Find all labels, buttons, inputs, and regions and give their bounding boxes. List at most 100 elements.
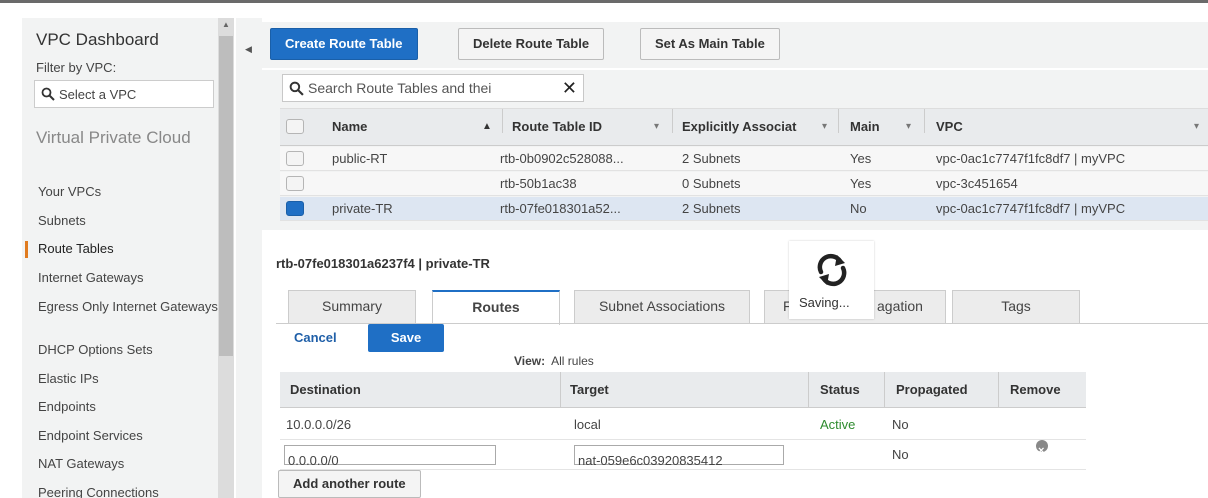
sidebar-item-endpoints[interactable]: Endpoints xyxy=(22,393,218,422)
row-main: Yes xyxy=(850,151,872,166)
row-checkbox[interactable] xyxy=(286,176,304,191)
sidebar-nav: Your VPCs Subnets Route Tables Internet … xyxy=(22,178,218,498)
saving-overlay: Saving... xyxy=(789,241,874,319)
clear-search-icon[interactable]: ✕ xyxy=(562,78,577,99)
select-placeholder: Select a VPC xyxy=(59,86,137,102)
delete-route-table-button[interactable]: Delete Route Table xyxy=(458,28,605,60)
saving-label: Saving... xyxy=(799,295,850,310)
row-main: No xyxy=(850,201,867,216)
table-row[interactable]: public-RT rtb-0b0902c528088... 2 Subnets… xyxy=(280,147,1208,171)
column-divider xyxy=(502,109,503,133)
column-divider xyxy=(838,109,839,133)
row-assoc: 2 Subnets xyxy=(682,201,741,216)
destination-input[interactable]: 0.0.0.0/0 xyxy=(284,445,496,468)
col-vpc[interactable]: VPC xyxy=(936,109,963,145)
toolbar: Create Route Table Delete Route Table Se… xyxy=(262,22,1208,68)
route-target: local xyxy=(574,417,601,432)
col-route-table-id[interactable]: Route Table ID xyxy=(512,109,602,145)
search-icon xyxy=(41,87,55,101)
tab-summary[interactable]: Summary xyxy=(288,290,416,324)
row-name: private-TR xyxy=(332,201,393,216)
create-route-table-button[interactable]: Create Route Table xyxy=(270,28,418,60)
col-status: Status xyxy=(820,382,860,397)
target-input[interactable]: nat-059e6c03920835412 xyxy=(574,445,784,468)
route-status: Active xyxy=(820,417,856,432)
column-divider xyxy=(560,372,561,408)
chevron-left-icon: ◀ xyxy=(245,44,252,54)
row-checkbox-checked[interactable] xyxy=(286,201,304,216)
col-main[interactable]: Main xyxy=(850,109,880,145)
tab-tags[interactable]: Tags xyxy=(952,290,1080,324)
sort-icon[interactable]: ▾ xyxy=(822,109,827,145)
view-value: All rules xyxy=(551,354,594,368)
sort-icon[interactable]: ▾ xyxy=(1194,109,1199,145)
save-button[interactable]: Save xyxy=(368,324,444,352)
remove-route-icon[interactable] xyxy=(1036,436,1048,466)
row-main: Yes xyxy=(850,176,872,191)
route-propagated: No xyxy=(892,447,909,462)
sidebar-item-subnets[interactable]: Subnets xyxy=(22,207,218,236)
sort-asc-icon[interactable]: ▲ xyxy=(482,109,492,145)
column-divider xyxy=(808,372,809,408)
sort-icon[interactable]: ▾ xyxy=(654,109,659,145)
row-name: public-RT xyxy=(332,151,388,166)
route-row: 0.0.0.0/0 nat-059e6c03920835412 No xyxy=(280,436,1086,470)
sidebar-item-your-vpcs[interactable]: Your VPCs xyxy=(22,178,218,207)
routes-table-header: Destination Target Status Propagated Rem… xyxy=(280,372,1086,408)
row-id: rtb-50b1ac38 xyxy=(500,176,577,191)
sidebar-item-route-tables[interactable]: Route Tables xyxy=(22,235,218,264)
scroll-up-arrow-icon[interactable]: ▲ xyxy=(218,18,234,32)
collapse-sidebar-button[interactable]: ◀ xyxy=(236,18,262,498)
tab-label-right: agation xyxy=(877,298,923,314)
col-explicitly-associated[interactable]: Explicitly Associat xyxy=(682,109,796,145)
col-name[interactable]: Name xyxy=(332,109,367,145)
column-divider xyxy=(884,372,885,408)
detail-title: rtb-07fe018301a6237f4 | private-TR xyxy=(276,256,490,271)
col-target: Target xyxy=(570,382,609,397)
row-vpc: vpc-0ac1c7747f1fc8df7 | myVPC xyxy=(936,201,1126,216)
row-assoc: 2 Subnets xyxy=(682,151,741,166)
sidebar-item-dhcp-options[interactable]: DHCP Options Sets xyxy=(22,336,218,365)
row-vpc: vpc-0ac1c7747f1fc8df7 | myVPC xyxy=(936,151,1126,166)
set-main-table-button[interactable]: Set As Main Table xyxy=(640,28,780,60)
sidebar-item-elastic-ips[interactable]: Elastic IPs xyxy=(22,365,218,394)
tab-subnet-associations[interactable]: Subnet Associations xyxy=(574,290,750,324)
detail-tabs: Summary Routes Subnet Associations F aga… xyxy=(288,290,1088,325)
table-row-selected[interactable]: private-TR rtb-07fe018301a52... 2 Subnet… xyxy=(280,197,1208,221)
sidebar-item-egress-only-gateways[interactable]: Egress Only Internet Gateways xyxy=(22,292,218,336)
search-icon xyxy=(289,81,304,96)
add-route-button[interactable]: Add another route xyxy=(278,470,421,498)
sidebar: VPC Dashboard Filter by VPC: Select a VP… xyxy=(22,18,218,498)
table-row[interactable]: rtb-50b1ac38 0 Subnets Yes vpc-3c451654 xyxy=(280,172,1208,196)
select-all-checkbox[interactable] xyxy=(286,119,304,134)
column-divider xyxy=(924,109,925,133)
col-destination: Destination xyxy=(290,382,361,397)
row-checkbox[interactable] xyxy=(286,151,304,166)
sidebar-scrollbar-thumb[interactable] xyxy=(219,36,233,356)
sidebar-title[interactable]: VPC Dashboard xyxy=(36,30,159,50)
refresh-spinner-icon xyxy=(817,253,847,287)
route-destination: 10.0.0.0/26 xyxy=(286,417,352,432)
table-header: Name ▲ Route Table ID ▾ Explicitly Assoc… xyxy=(280,108,1208,146)
col-propagated: Propagated xyxy=(896,382,968,397)
row-id: rtb-07fe018301a52... xyxy=(500,201,621,216)
col-remove: Remove xyxy=(1010,382,1061,397)
sidebar-item-nat-gateways[interactable]: NAT Gateways xyxy=(22,450,218,479)
vpc-filter-select[interactable]: Select a VPC xyxy=(34,80,214,108)
search-query: Search Route Tables and thei xyxy=(308,80,492,96)
row-vpc: vpc-3c451654 xyxy=(936,176,1018,191)
sidebar-item-peering-connections[interactable]: Peering Connections xyxy=(22,479,218,498)
view-label: View: xyxy=(514,354,546,368)
details-panel: rtb-07fe018301a6237f4 | private-TR Summa… xyxy=(262,232,1208,498)
view-filter[interactable]: View: All rules xyxy=(514,354,594,368)
search-input[interactable]: Search Route Tables and thei ✕ xyxy=(282,74,584,102)
route-table-list: Search Route Tables and thei ✕ Name ▲ Ro… xyxy=(262,70,1208,230)
sidebar-item-internet-gateways[interactable]: Internet Gateways xyxy=(22,264,218,293)
column-divider xyxy=(672,109,673,133)
cancel-link[interactable]: Cancel xyxy=(294,330,337,345)
row-assoc: 0 Subnets xyxy=(682,176,741,191)
sort-icon[interactable]: ▾ xyxy=(906,109,911,145)
sidebar-item-endpoint-services[interactable]: Endpoint Services xyxy=(22,422,218,451)
top-border xyxy=(0,0,1208,3)
tab-routes[interactable]: Routes xyxy=(432,290,560,325)
